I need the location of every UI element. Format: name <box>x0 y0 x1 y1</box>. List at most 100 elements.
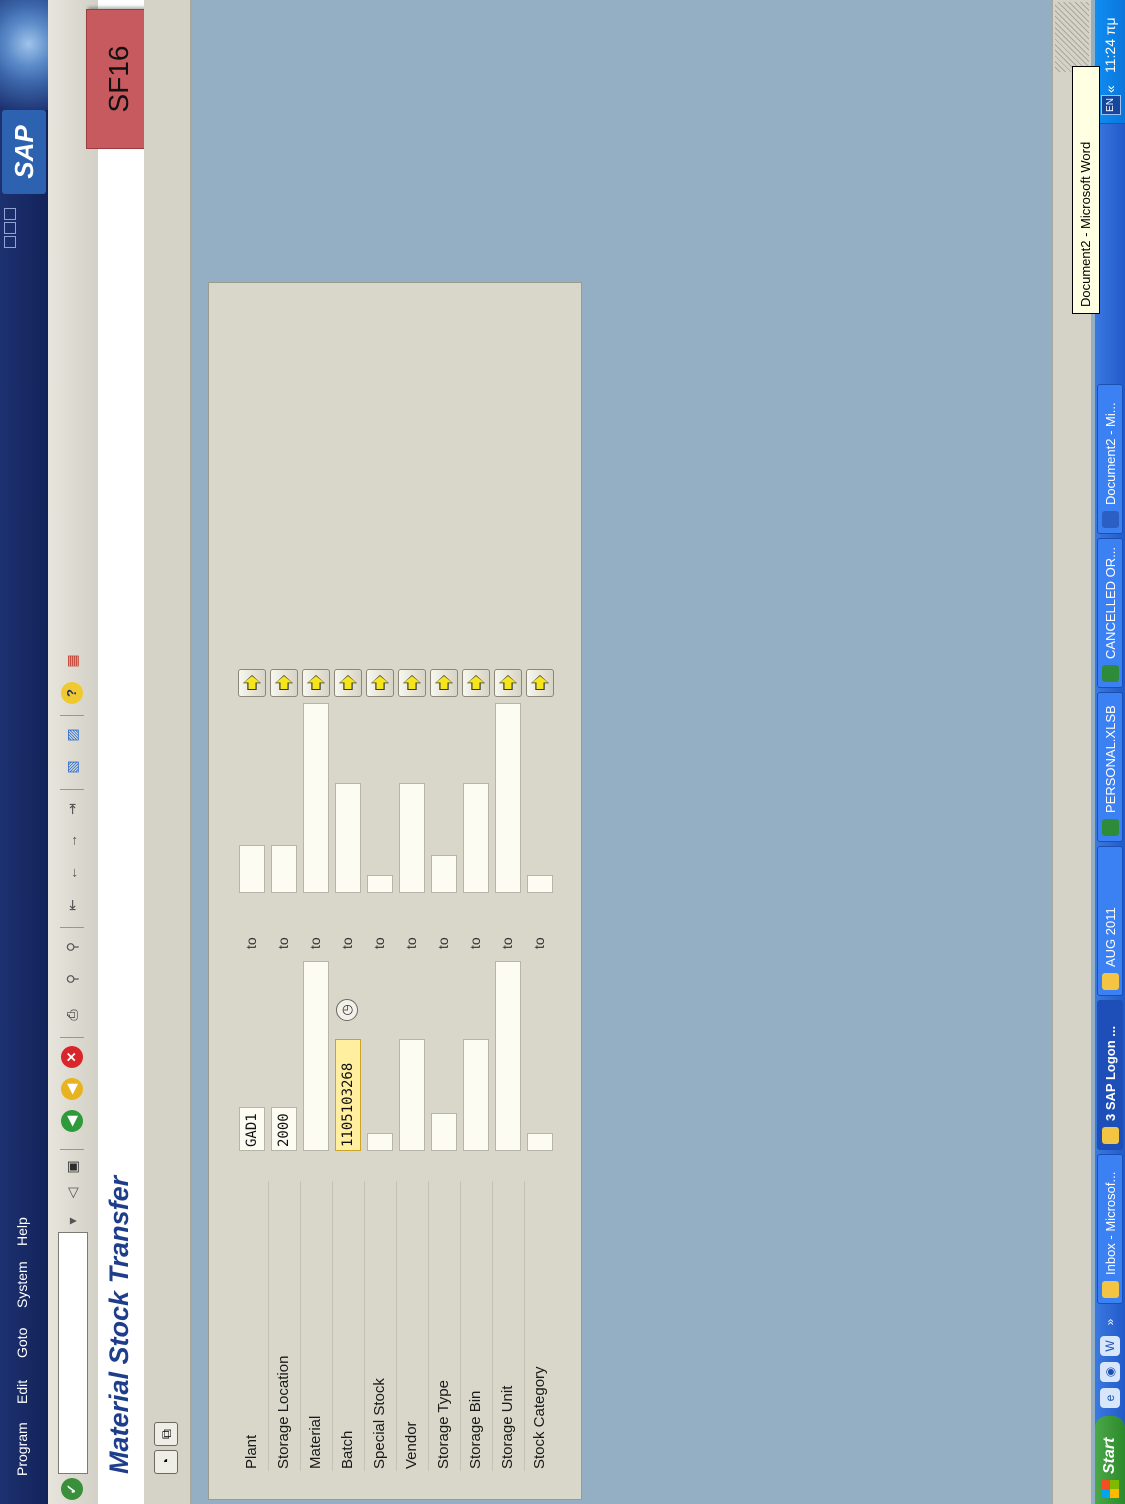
sap-logon-icon <box>1102 1127 1119 1144</box>
field-row-storage-unit: Storage Unit to <box>493 283 525 1499</box>
previous-page-icon[interactable]: ← <box>61 862 83 884</box>
vendor-to-input[interactable] <box>399 783 425 893</box>
menu-bar: Program Edit Goto System Help SAP <box>0 0 48 1504</box>
task-personal-xlsb[interactable]: PERSONAL.XLSB <box>1097 692 1123 842</box>
taskbar-tooltip: Document2 - Microsoft Word <box>1072 66 1100 314</box>
arrow-right-icon <box>308 676 324 689</box>
multiple-selection-button[interactable] <box>334 669 362 697</box>
first-page-icon[interactable]: ⇤ <box>61 894 83 916</box>
field-label: Storage Unit <box>499 1385 516 1469</box>
excel-icon <box>1102 819 1119 836</box>
field-label: Stock Category <box>531 1366 548 1469</box>
enter-icon[interactable]: ✓ <box>61 1478 83 1500</box>
batch-from-input[interactable]: 1105103268 <box>335 1039 361 1151</box>
stock-category-from-input[interactable] <box>527 1133 553 1151</box>
to-label: to <box>467 937 483 949</box>
page-title: Material Stock Transfer <box>104 1175 134 1474</box>
multiple-selection-button[interactable] <box>462 669 490 697</box>
multiple-selection-button[interactable] <box>302 669 330 697</box>
material-to-input[interactable] <box>303 703 329 893</box>
command-history-icon[interactable]: ▾ <box>61 1210 83 1232</box>
storage-bin-to-input[interactable] <box>463 783 489 893</box>
standard-toolbar: ✓ ▾ ◁ ▣ ◀ ◀ ✕ ⎙ ⚲ ⚲ ⇤ ← → ⇥ ▧ ▨ ? ▦ <box>48 0 99 1504</box>
start-button[interactable]: Start <box>1095 1416 1125 1504</box>
cancel-icon[interactable]: ✕ <box>61 1046 83 1068</box>
plant-from-input[interactable]: GAD1 <box>239 1107 265 1151</box>
task-document2[interactable]: Document2 - Mi... <box>1097 384 1123 534</box>
field-row-storage-bin: Storage Bin to <box>461 283 493 1499</box>
task-inbox[interactable]: Inbox - Microsof... <box>1097 1154 1123 1304</box>
maximize-icon[interactable] <box>4 222 16 234</box>
command-field[interactable] <box>58 1232 88 1474</box>
find-next-icon[interactable]: ⚲ <box>61 936 83 958</box>
storage-unit-to-input[interactable] <box>495 703 521 893</box>
minimize-icon[interactable] <box>4 236 16 248</box>
execute-icon[interactable]: ◔ <box>154 1450 178 1474</box>
menu-program[interactable]: Program <box>14 1422 30 1476</box>
dropdown-toggle-icon[interactable]: ◁ <box>61 1182 83 1204</box>
multiple-selection-button[interactable] <box>526 669 554 697</box>
exit-icon[interactable]: ◀ <box>61 1078 83 1100</box>
word-icon <box>1102 511 1119 528</box>
quicklaunch-more[interactable]: » <box>1100 1312 1120 1332</box>
outlook-icon <box>1102 1281 1119 1298</box>
multiple-selection-button[interactable] <box>366 669 394 697</box>
multiple-selection-button[interactable] <box>494 669 522 697</box>
multiple-selection-button[interactable] <box>430 669 458 697</box>
arrow-right-icon <box>340 676 356 689</box>
excel-icon <box>1102 665 1119 682</box>
find-icon[interactable]: ⚲ <box>61 968 83 990</box>
application-toolbar: ◔ ⧉ <box>144 0 192 1504</box>
help-icon[interactable]: ? <box>61 682 83 704</box>
task-sap-logon[interactable]: 3 SAP Logon ... <box>1097 1000 1123 1150</box>
shortcut-icon[interactable]: ▨ <box>61 724 83 746</box>
material-from-input[interactable] <box>303 961 329 1151</box>
menu-help[interactable]: Help <box>14 1217 30 1246</box>
next-page-icon[interactable]: → <box>61 830 83 852</box>
storage-type-to-input[interactable] <box>431 855 457 893</box>
field-row-batch: Batch 1105103268 ◷ to <box>333 283 365 1499</box>
storage-type-from-input[interactable] <box>431 1113 457 1151</box>
stock-category-to-input[interactable] <box>527 875 553 893</box>
storage-unit-from-input[interactable] <box>495 961 521 1151</box>
multiple-selection-button[interactable] <box>270 669 298 697</box>
task-cancelled-or[interactable]: CANCELLED OR... <box>1097 538 1123 688</box>
to-label: to <box>499 937 515 949</box>
storage-location-from-input[interactable]: 2000 <box>271 1107 297 1151</box>
word-icon[interactable]: W <box>1100 1336 1120 1356</box>
batch-to-input[interactable] <box>335 783 361 893</box>
start-label: Start <box>1101 1437 1118 1474</box>
create-session-icon[interactable]: ▧ <box>61 756 83 778</box>
close-icon[interactable] <box>4 208 16 220</box>
field-label: Storage Location <box>275 1355 292 1469</box>
menu-system[interactable]: System <box>14 1261 30 1308</box>
get-variant-icon[interactable]: ⧉ <box>154 1422 178 1446</box>
save-icon[interactable]: ▣ <box>61 1156 83 1178</box>
task-aug-2011-folder[interactable]: AUG 2011 <box>1097 846 1123 996</box>
field-label: Vendor <box>403 1421 420 1469</box>
plant-to-input[interactable] <box>239 845 265 893</box>
value-help-icon[interactable]: ◷ <box>336 999 358 1021</box>
arrow-right-icon <box>532 676 548 689</box>
resize-grip[interactable] <box>1055 2 1089 72</box>
back-icon[interactable]: ◀ <box>61 1110 83 1132</box>
multiple-selection-button[interactable] <box>398 669 426 697</box>
storage-bin-from-input[interactable] <box>463 1039 489 1151</box>
special-stock-from-input[interactable] <box>367 1133 393 1151</box>
last-page-icon[interactable]: ⇥ <box>61 798 83 820</box>
media-icon[interactable]: ◉ <box>1100 1362 1120 1382</box>
browser-icon[interactable]: e <box>1100 1388 1120 1408</box>
menu-edit[interactable]: Edit <box>14 1380 30 1404</box>
print-icon[interactable]: ⎙ <box>61 1004 83 1026</box>
menu-goto[interactable]: Goto <box>14 1328 30 1358</box>
sap-swirl-graphic <box>0 0 48 110</box>
arrow-right-icon <box>276 676 292 689</box>
language-indicator[interactable]: EN <box>1101 95 1121 115</box>
multiple-selection-button[interactable] <box>238 669 266 697</box>
arrow-right-icon <box>500 676 516 689</box>
customize-layout-icon[interactable]: ▦ <box>61 650 83 672</box>
to-label: to <box>403 937 419 949</box>
special-stock-to-input[interactable] <box>367 875 393 893</box>
vendor-from-input[interactable] <box>399 1039 425 1151</box>
storage-location-to-input[interactable] <box>271 845 297 893</box>
